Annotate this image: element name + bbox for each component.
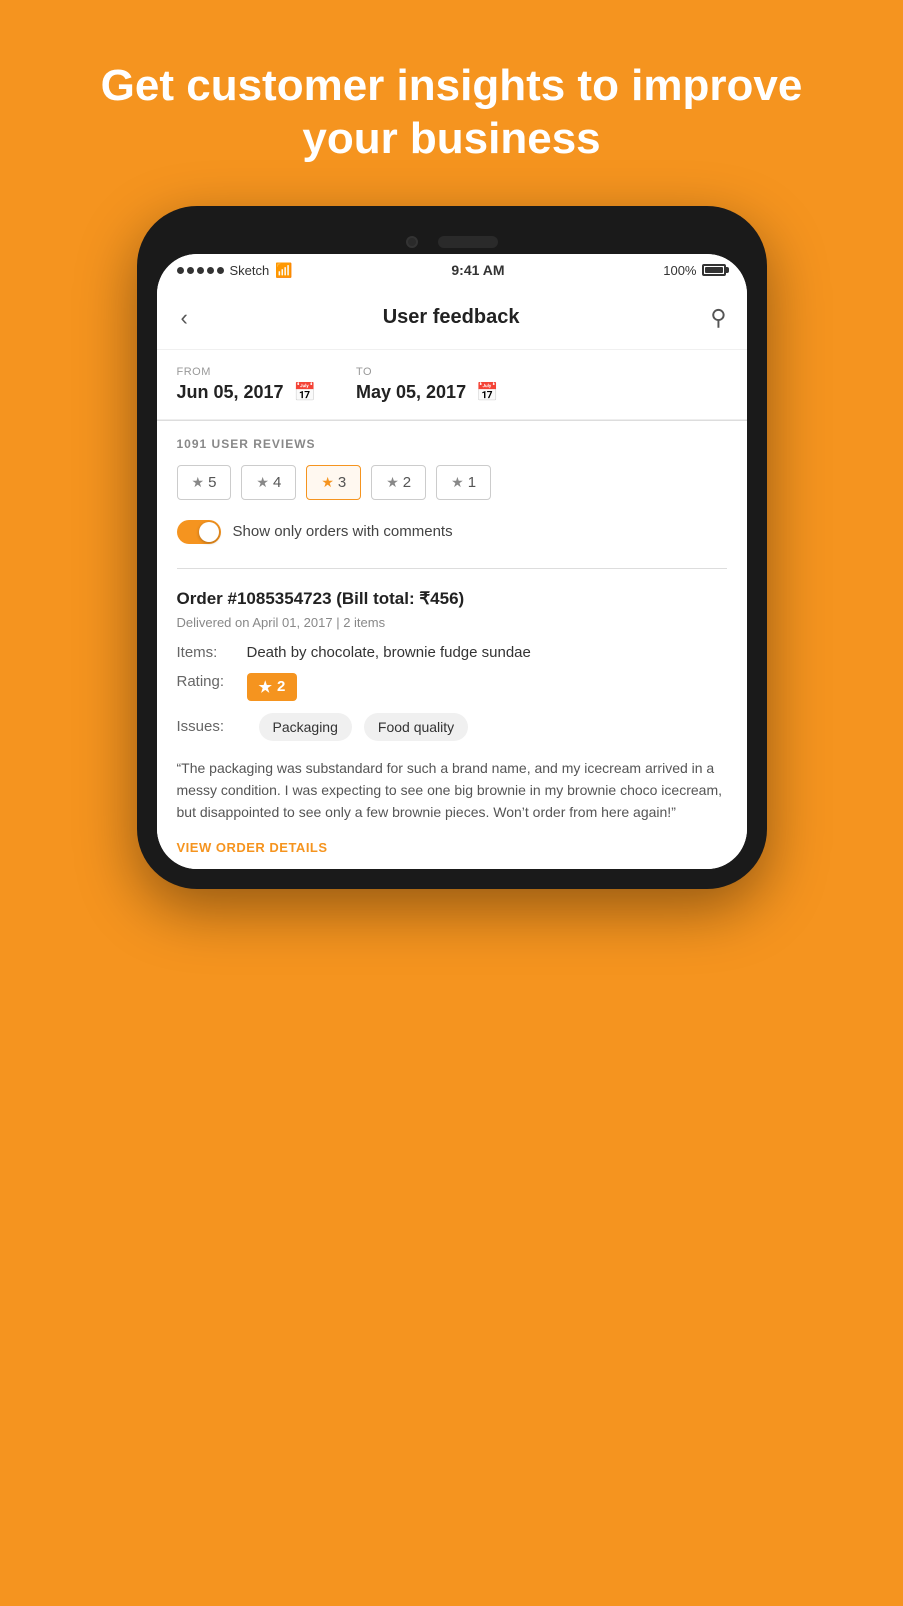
battery-percent: 100%	[663, 263, 696, 278]
order-subtitle: Delivered on April 01, 2017 | 2 items	[177, 615, 727, 630]
phone-top-bar	[157, 226, 747, 254]
star-label-2: 2	[403, 474, 411, 491]
issues-row: Issues: Packaging Food quality	[177, 713, 727, 741]
to-date-group: TO May 05, 2017 📅	[356, 366, 499, 403]
issues-label: Issues:	[177, 718, 247, 735]
battery-fill	[705, 267, 723, 273]
star-icon-2: ★	[386, 474, 399, 491]
rating-row: Rating: ★ 2	[177, 673, 727, 701]
signal-dots	[177, 267, 224, 274]
from-label: FROM	[177, 366, 317, 378]
issue-tag-packaging: Packaging	[259, 713, 352, 741]
status-time: 9:41 AM	[451, 262, 504, 278]
view-order-link[interactable]: VIEW ORDER DETAILS	[177, 840, 727, 855]
search-icon[interactable]: ⚲	[710, 305, 726, 331]
items-label: Items:	[177, 644, 247, 661]
hero-headline: Get customer insights to improve your bu…	[0, 0, 903, 206]
toggle-label: Show only orders with comments	[233, 523, 453, 540]
rating-star-icon: ★	[259, 678, 272, 696]
comments-toggle[interactable]	[177, 520, 221, 544]
to-date-row: May 05, 2017 📅	[356, 382, 499, 403]
signal-dot-5	[217, 267, 224, 274]
speaker-grille	[438, 236, 498, 248]
order-title: Order #1085354723 (Bill total: ₹456)	[177, 589, 727, 609]
app-header: ‹ User feedback ⚲	[157, 287, 747, 350]
from-date-group: FROM Jun 05, 2017 📅	[177, 366, 317, 403]
items-row: Items: Death by chocolate, brownie fudge…	[177, 644, 727, 661]
status-left: Sketch 📶	[177, 262, 293, 279]
battery-icon	[702, 264, 726, 276]
from-calendar-icon[interactable]: 📅	[294, 382, 316, 403]
star-filters: ★ 5 ★ 4 ★ 3 ★ 2 ★ 1	[177, 465, 727, 500]
issue-tag-food-quality: Food quality	[364, 713, 468, 741]
date-filter-section: FROM Jun 05, 2017 📅 TO May 05, 2017 📅	[157, 350, 747, 420]
star-icon-3: ★	[321, 474, 334, 491]
star-filter-4[interactable]: ★ 4	[241, 465, 296, 500]
star-filter-2[interactable]: ★ 2	[371, 465, 426, 500]
wifi-icon: 📶	[275, 262, 292, 279]
from-date-row: Jun 05, 2017 📅	[177, 382, 317, 403]
star-label-5: 5	[208, 474, 216, 491]
review-comment: “The packaging was substandard for such …	[177, 757, 727, 824]
items-value: Death by chocolate, brownie fudge sundae	[247, 644, 531, 661]
star-filter-1[interactable]: ★ 1	[436, 465, 491, 500]
rating-label: Rating:	[177, 673, 247, 690]
page-title: User feedback	[383, 306, 520, 329]
rating-value: 2	[277, 678, 285, 695]
signal-dot-1	[177, 267, 184, 274]
camera-dot	[406, 236, 418, 248]
reviews-count: 1091 USER REVIEWS	[177, 437, 727, 451]
star-icon-5: ★	[192, 474, 205, 491]
order-card: Order #1085354723 (Bill total: ₹456) Del…	[157, 569, 747, 869]
star-icon-4: ★	[256, 474, 269, 491]
signal-dot-3	[197, 267, 204, 274]
toggle-row: Show only orders with comments	[177, 516, 727, 548]
star-label-1: 1	[468, 474, 476, 491]
phone-screen: Sketch 📶 9:41 AM 100% ‹ User feedback ⚲ …	[157, 254, 747, 869]
back-button[interactable]: ‹	[177, 301, 192, 335]
to-calendar-icon[interactable]: 📅	[476, 382, 498, 403]
toggle-thumb	[199, 522, 219, 542]
rating-badge: ★ 2	[247, 673, 298, 701]
star-icon-1: ★	[451, 474, 464, 491]
status-bar: Sketch 📶 9:41 AM 100%	[157, 254, 747, 287]
from-date-value: Jun 05, 2017	[177, 382, 284, 403]
star-filter-5[interactable]: ★ 5	[177, 465, 232, 500]
phone-device: Sketch 📶 9:41 AM 100% ‹ User feedback ⚲ …	[137, 206, 767, 889]
star-label-4: 4	[273, 474, 281, 491]
toggle-track	[177, 520, 221, 544]
star-label-3: 3	[338, 474, 346, 491]
status-right: 100%	[663, 263, 726, 278]
reviews-section: 1091 USER REVIEWS ★ 5 ★ 4 ★ 3 ★ 2	[157, 421, 747, 568]
carrier-name: Sketch	[230, 263, 270, 278]
to-label: TO	[356, 366, 499, 378]
star-filter-3[interactable]: ★ 3	[306, 465, 361, 500]
signal-dot-2	[187, 267, 194, 274]
to-date-value: May 05, 2017	[356, 382, 466, 403]
signal-dot-4	[207, 267, 214, 274]
